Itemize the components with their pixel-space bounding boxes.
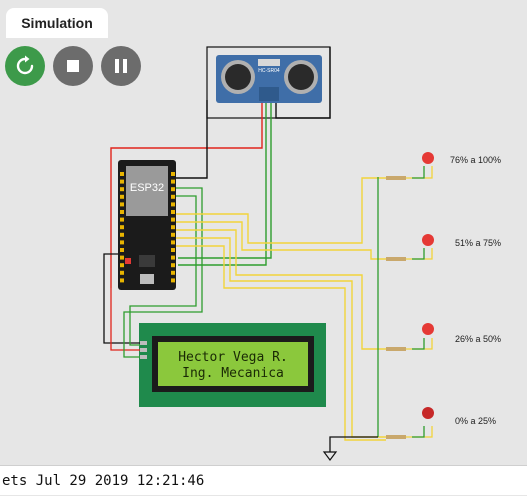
esp32-pin[interactable] [120, 263, 124, 268]
esp32-board[interactable]: ESP32 [118, 160, 176, 290]
lcd-line-2: Ing. Mecanica [182, 366, 284, 381]
led-label-1: 76% a 100% [450, 155, 501, 165]
ultrasonic-sensor[interactable]: HC-SR04 [216, 55, 322, 103]
esp32-pin[interactable] [171, 270, 175, 275]
esp32-pin[interactable] [171, 263, 175, 268]
esp32-pin[interactable] [171, 194, 175, 199]
esp32-pin[interactable] [120, 202, 124, 207]
led-icon [422, 323, 434, 335]
lcd-display[interactable]: Hector Vega R. Ing. Mecanica [139, 323, 326, 407]
esp32-pin[interactable] [120, 240, 124, 245]
led-group-2[interactable]: 51% a 75% [386, 234, 501, 261]
wire-green [178, 103, 272, 259]
esp32-pin[interactable] [120, 210, 124, 214]
esp32-pin[interactable] [120, 179, 124, 184]
esp32-pin[interactable] [120, 194, 124, 199]
esp32-pin[interactable] [171, 225, 175, 230]
wire-yellow [176, 177, 386, 244]
wire-yellow [176, 221, 386, 260]
console-text: ets Jul 29 2019 12:21:46 [2, 473, 205, 489]
led-icon [422, 152, 434, 164]
led-icon [422, 234, 434, 246]
lcd-line-1: Hector Vega R. [178, 350, 288, 365]
esp32-pin[interactable] [171, 179, 175, 184]
esp32-pin[interactable] [171, 210, 175, 214]
esp32-pin[interactable] [171, 202, 175, 207]
led-group-3[interactable]: 26% a 50% [386, 323, 501, 351]
esp32-pin[interactable] [171, 232, 175, 237]
sensor-label: HC-SR04 [258, 68, 280, 74]
esp32-pin[interactable] [120, 172, 124, 176]
led-group-4[interactable]: 0% a 25% [386, 407, 496, 439]
wire-green [178, 103, 267, 266]
esp32-pin[interactable] [171, 240, 175, 245]
led-label-2: 51% a 75% [455, 238, 501, 248]
esp32-pin[interactable] [171, 248, 175, 252]
esp32-pin[interactable] [120, 278, 124, 283]
esp32-pin[interactable] [171, 187, 175, 192]
esp32-pin[interactable] [120, 232, 124, 237]
led-label-3: 26% a 50% [455, 334, 501, 344]
esp32-pin[interactable] [120, 248, 124, 252]
led-icon [422, 407, 434, 419]
esp32-pin[interactable] [171, 172, 175, 176]
wire-black [176, 100, 208, 179]
esp32-pin[interactable] [120, 217, 124, 222]
esp32-pin[interactable] [171, 217, 175, 222]
wire-red [110, 288, 140, 351]
circuit-diagram: HC-SR04 ESP32 Hector Vega R. Ing. Mecani… [103, 46, 501, 461]
esp32-pin[interactable] [120, 225, 124, 230]
ground-icon [322, 451, 338, 461]
led-group-1[interactable]: 76% a 100% [386, 152, 501, 180]
esp32-pin[interactable] [171, 278, 175, 283]
esp32-pin[interactable] [120, 187, 124, 192]
esp32-pin[interactable] [120, 270, 124, 275]
wire-black [329, 436, 378, 452]
serial-console: ets Jul 29 2019 12:21:46 [0, 465, 527, 495]
esp32-pin[interactable] [120, 255, 124, 260]
led-label-4: 0% a 25% [455, 416, 496, 426]
esp32-label: ESP32 [130, 182, 164, 194]
esp32-pin[interactable] [171, 255, 175, 260]
